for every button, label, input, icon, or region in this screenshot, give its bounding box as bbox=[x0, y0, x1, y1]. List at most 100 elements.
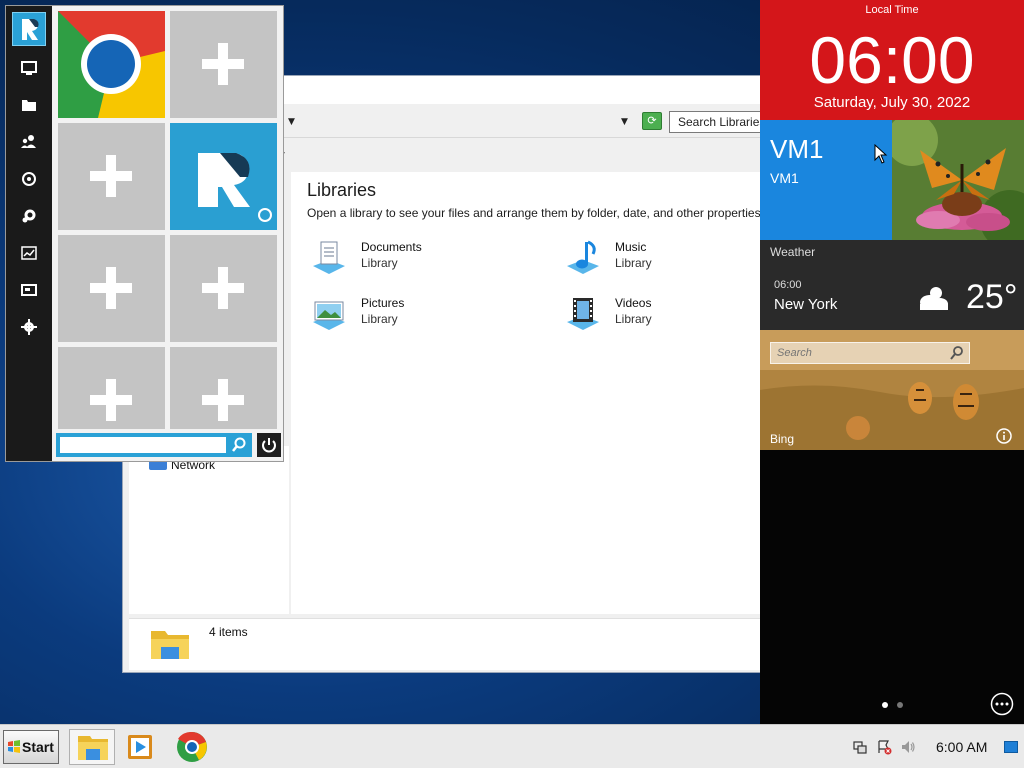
library-item-documents[interactable]: Documents Library bbox=[309, 238, 509, 282]
start-search-bar bbox=[56, 433, 252, 457]
power-button[interactable] bbox=[257, 433, 281, 457]
weather-temperature: 25° bbox=[966, 278, 1018, 316]
search-icon[interactable] bbox=[949, 345, 965, 361]
butterfly-photo bbox=[892, 120, 1024, 240]
plus-icon-bar bbox=[218, 267, 228, 309]
start-menu-rail bbox=[6, 6, 52, 461]
plus-icon-bar bbox=[106, 267, 116, 309]
mouse-cursor-icon bbox=[874, 144, 888, 164]
page-subtitle: Open a library to see your files and arr… bbox=[307, 206, 764, 220]
library-name: Videos bbox=[615, 296, 652, 310]
clock-date: Saturday, July 30, 2022 bbox=[813, 94, 971, 111]
libraries-content: Libraries Open a library to see your fil… bbox=[291, 172, 764, 614]
chrome-icon bbox=[177, 731, 207, 762]
history-dropdown-icon[interactable]: ▼ bbox=[621, 117, 628, 127]
bing-search-bar bbox=[770, 342, 970, 364]
remote-desktop-icon[interactable] bbox=[19, 280, 39, 300]
taskbar: Start 6:00 AM bbox=[0, 724, 1024, 768]
weather-label: Weather bbox=[770, 245, 816, 259]
documents-library-icon bbox=[313, 241, 345, 274]
chrome-icon bbox=[58, 11, 165, 118]
tile-chrome[interactable] bbox=[58, 11, 165, 118]
details-pane: 4 items bbox=[129, 618, 761, 670]
clock-tile[interactable]: Local Time 06:00 Saturday, July 30, 2022 bbox=[760, 0, 1024, 120]
taskbar-chrome[interactable] bbox=[169, 729, 215, 765]
tile-add[interactable] bbox=[58, 123, 165, 230]
vm-tile[interactable]: VM1 VM1 bbox=[760, 120, 892, 240]
search-icon[interactable] bbox=[230, 436, 248, 454]
logo-icon[interactable] bbox=[12, 12, 46, 46]
bing-search-input[interactable] bbox=[771, 343, 941, 363]
plus-icon-bar bbox=[218, 43, 228, 85]
photo-tile[interactable] bbox=[892, 120, 1024, 240]
action-center-tray-icon[interactable] bbox=[876, 739, 892, 755]
start-menu bbox=[5, 5, 284, 462]
media-player-icon bbox=[128, 735, 152, 759]
start-search-input[interactable] bbox=[60, 437, 226, 453]
navigation-pane: Network bbox=[129, 446, 289, 614]
logo-tile-icon bbox=[198, 153, 272, 222]
bing-label: Bing bbox=[770, 432, 795, 446]
videos-library-icon bbox=[567, 298, 599, 330]
weather-tile[interactable]: Weather 06:00 New York 25° bbox=[760, 240, 1024, 330]
taskbar-clock[interactable]: 6:00 AM bbox=[936, 739, 987, 755]
taskbar-file-explorer[interactable] bbox=[69, 729, 115, 765]
start-button[interactable]: Start bbox=[3, 730, 59, 764]
tile-add[interactable] bbox=[170, 11, 277, 118]
clock-label: Local Time bbox=[865, 4, 919, 16]
tile-add[interactable] bbox=[170, 235, 277, 342]
libraries-folder-icon bbox=[151, 631, 189, 659]
item-count: 4 items bbox=[209, 625, 248, 639]
users-icon[interactable] bbox=[19, 132, 39, 152]
tile-add[interactable] bbox=[170, 347, 277, 429]
pictures-library-icon bbox=[313, 301, 345, 330]
volume-icon[interactable] bbox=[900, 739, 916, 755]
computer-icon[interactable] bbox=[19, 58, 39, 78]
start-label: Start bbox=[22, 739, 54, 755]
bing-tile[interactable]: Bing bbox=[760, 330, 1024, 450]
refresh-icon[interactable]: ⟳ bbox=[642, 112, 662, 130]
tile-add[interactable] bbox=[58, 347, 165, 429]
side-panel: Local Time 06:00 Saturday, July 30, 2022… bbox=[760, 0, 1024, 724]
library-kind: Library bbox=[615, 312, 652, 326]
library-item-music[interactable]: Music Library bbox=[563, 238, 763, 282]
library-kind: Library bbox=[361, 256, 398, 270]
music-library-icon bbox=[567, 240, 599, 274]
page-indicator[interactable] bbox=[880, 700, 910, 710]
partly-cloudy-icon bbox=[920, 287, 948, 310]
services-icon[interactable] bbox=[19, 206, 39, 226]
tile-logo-app[interactable] bbox=[170, 123, 277, 230]
library-item-pictures[interactable]: Pictures Library bbox=[309, 294, 509, 338]
more-options-icon[interactable] bbox=[990, 692, 1014, 716]
settings-icon[interactable] bbox=[19, 317, 39, 337]
taskbar-media-player[interactable] bbox=[118, 729, 164, 765]
library-item-videos[interactable]: Videos Library bbox=[563, 294, 763, 338]
show-desktop-button[interactable] bbox=[1004, 741, 1018, 753]
weather-time: 06:00 bbox=[774, 279, 802, 291]
folder-icon[interactable] bbox=[19, 95, 39, 115]
plus-icon-bar bbox=[106, 155, 116, 197]
tile-add[interactable] bbox=[58, 235, 165, 342]
file-explorer-icon bbox=[78, 736, 108, 760]
vm-name: VM1 bbox=[770, 134, 824, 164]
windows-flag-icon bbox=[8, 740, 20, 753]
page-title: Libraries bbox=[307, 180, 377, 200]
info-icon[interactable] bbox=[996, 428, 1012, 444]
plus-icon-bar bbox=[218, 379, 228, 421]
library-name: Music bbox=[615, 240, 647, 254]
library-name: Documents bbox=[361, 240, 422, 254]
library-kind: Library bbox=[615, 256, 652, 270]
library-name: Pictures bbox=[361, 296, 405, 310]
network-icon[interactable] bbox=[19, 169, 39, 189]
network-tray-icon[interactable] bbox=[852, 739, 868, 755]
search-libraries-input[interactable]: Search Libraries bbox=[669, 111, 765, 133]
weather-city: New York bbox=[774, 296, 838, 313]
start-menu-tiles bbox=[58, 11, 278, 429]
library-kind: Library bbox=[361, 312, 398, 326]
power-icon bbox=[262, 438, 276, 453]
plus-icon-bar bbox=[106, 379, 116, 421]
vm-subtitle: VM1 bbox=[770, 170, 799, 186]
performance-icon[interactable] bbox=[19, 243, 39, 263]
address-dropdown-icon[interactable]: ▼ bbox=[288, 117, 295, 127]
clock-time: 06:00 bbox=[809, 23, 975, 97]
